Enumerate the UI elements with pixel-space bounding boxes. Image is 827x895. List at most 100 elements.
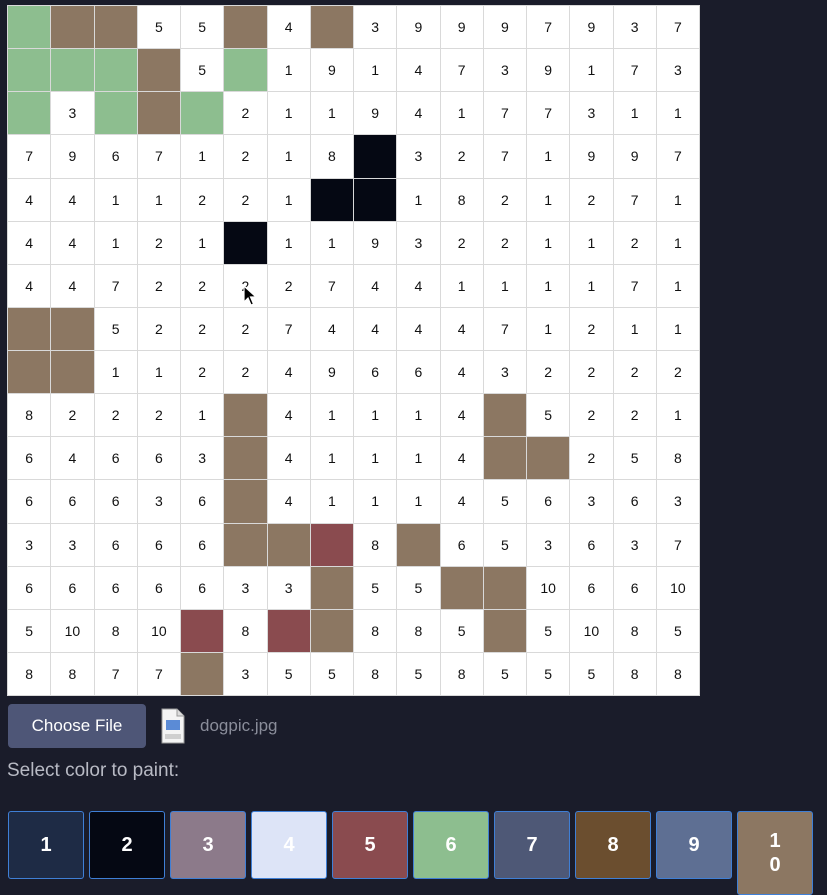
grid-cell[interactable]: 2 — [137, 264, 180, 307]
grid-cell[interactable]: 4 — [267, 437, 310, 480]
grid-cell[interactable]: 2 — [570, 178, 613, 221]
grid-cell[interactable]: 1 — [267, 49, 310, 92]
grid-cell[interactable]: 1 — [570, 221, 613, 264]
grid-cell[interactable]: 1 — [310, 92, 353, 135]
grid-cell[interactable]: 1 — [483, 264, 526, 307]
grid-cell[interactable]: 2 — [656, 351, 699, 394]
grid-cell[interactable]: 10 — [570, 609, 613, 652]
grid-cell[interactable]: 6 — [613, 480, 656, 523]
grid-cell[interactable]: 8 — [8, 394, 51, 437]
grid-cell[interactable]: 9 — [397, 6, 440, 49]
grid-cell[interactable]: 7 — [137, 135, 180, 178]
grid-cell[interactable]: 2 — [613, 351, 656, 394]
grid-cell-painted[interactable] — [137, 49, 180, 92]
grid-cell[interactable]: 6 — [613, 566, 656, 609]
grid-cell[interactable]: 3 — [397, 135, 440, 178]
grid-cell[interactable]: 3 — [354, 6, 397, 49]
grid-cell[interactable]: 2 — [137, 221, 180, 264]
grid-cell[interactable]: 8 — [354, 609, 397, 652]
choose-file-button[interactable]: Choose File — [8, 704, 146, 748]
grid-cell[interactable]: 2 — [224, 307, 267, 350]
grid-cell[interactable]: 10 — [137, 609, 180, 652]
grid-cell-painted[interactable] — [94, 49, 137, 92]
grid-cell[interactable]: 9 — [483, 6, 526, 49]
grid-cell[interactable]: 1 — [94, 221, 137, 264]
grid-cell[interactable]: 4 — [51, 178, 94, 221]
grid-cell[interactable]: 6 — [94, 480, 137, 523]
grid-cell[interactable]: 7 — [483, 92, 526, 135]
grid-cell[interactable]: 8 — [613, 652, 656, 695]
grid-cell[interactable]: 3 — [181, 437, 224, 480]
grid-cell[interactable]: 1 — [440, 92, 483, 135]
grid-cell[interactable]: 6 — [354, 351, 397, 394]
grid-cell[interactable]: 5 — [613, 437, 656, 480]
grid-cell[interactable]: 6 — [51, 480, 94, 523]
grid-cell[interactable]: 8 — [354, 652, 397, 695]
grid-cell-painted[interactable] — [224, 221, 267, 264]
grid-cell-painted[interactable] — [224, 394, 267, 437]
grid-cell[interactable]: 6 — [94, 523, 137, 566]
color-swatch-7[interactable]: 7 — [494, 811, 570, 879]
grid-cell[interactable]: 2 — [224, 351, 267, 394]
grid-cell-painted[interactable] — [397, 523, 440, 566]
grid-cell[interactable]: 8 — [354, 523, 397, 566]
grid-cell[interactable]: 6 — [8, 566, 51, 609]
grid-cell[interactable]: 6 — [94, 566, 137, 609]
grid-cell[interactable]: 3 — [483, 351, 526, 394]
grid-cell[interactable]: 2 — [137, 307, 180, 350]
grid-cell[interactable]: 1 — [181, 221, 224, 264]
grid-cell[interactable]: 2 — [483, 178, 526, 221]
grid-cell[interactable]: 1 — [527, 221, 570, 264]
grid-cell[interactable]: 2 — [483, 221, 526, 264]
grid-cell[interactable]: 2 — [181, 351, 224, 394]
grid-cell[interactable]: 4 — [440, 307, 483, 350]
grid-cell[interactable]: 6 — [181, 566, 224, 609]
grid-cell[interactable]: 3 — [51, 523, 94, 566]
grid-cell[interactable]: 2 — [181, 178, 224, 221]
grid-cell[interactable]: 2 — [570, 437, 613, 480]
grid-cell[interactable]: 7 — [656, 135, 699, 178]
grid-cell[interactable]: 3 — [137, 480, 180, 523]
grid-cell[interactable]: 4 — [440, 394, 483, 437]
grid-cell[interactable]: 2 — [267, 264, 310, 307]
grid-cell[interactable]: 1 — [310, 480, 353, 523]
grid-cell[interactable]: 8 — [94, 609, 137, 652]
grid-cell[interactable]: 1 — [656, 307, 699, 350]
grid-cell[interactable]: 9 — [310, 49, 353, 92]
grid-cell[interactable]: 8 — [613, 609, 656, 652]
grid-cell[interactable]: 3 — [267, 566, 310, 609]
grid-cell[interactable]: 7 — [267, 307, 310, 350]
grid-cell[interactable]: 9 — [440, 6, 483, 49]
grid-cell[interactable]: 5 — [527, 652, 570, 695]
grid-cell[interactable]: 8 — [224, 609, 267, 652]
color-swatch-4[interactable]: 4 — [251, 811, 327, 879]
grid-cell[interactable]: 4 — [397, 307, 440, 350]
grid-cell[interactable]: 2 — [570, 351, 613, 394]
grid-cell[interactable]: 6 — [51, 566, 94, 609]
grid-cell[interactable]: 3 — [8, 523, 51, 566]
grid-cell[interactable]: 7 — [310, 264, 353, 307]
grid-cell[interactable]: 4 — [8, 221, 51, 264]
grid-cell-painted[interactable] — [8, 49, 51, 92]
grid-cell[interactable]: 6 — [527, 480, 570, 523]
grid-cell[interactable]: 7 — [613, 49, 656, 92]
grid-cell[interactable]: 3 — [656, 480, 699, 523]
grid-cell[interactable]: 1 — [656, 394, 699, 437]
grid-cell[interactable]: 1 — [137, 351, 180, 394]
grid-cell[interactable]: 4 — [354, 307, 397, 350]
grid-cell[interactable]: 7 — [613, 264, 656, 307]
grid-cell-painted[interactable] — [310, 6, 353, 49]
grid-cell-painted[interactable] — [354, 178, 397, 221]
grid-cell[interactable]: 2 — [570, 394, 613, 437]
grid-cell[interactable]: 1 — [354, 394, 397, 437]
grid-cell[interactable]: 8 — [8, 652, 51, 695]
grid-cell[interactable]: 1 — [267, 92, 310, 135]
grid-cell[interactable]: 5 — [440, 609, 483, 652]
grid-cell-painted[interactable] — [354, 135, 397, 178]
grid-cell[interactable]: 6 — [181, 480, 224, 523]
grid-cell[interactable]: 3 — [570, 480, 613, 523]
grid-cell[interactable]: 3 — [613, 6, 656, 49]
grid-cell-painted[interactable] — [51, 351, 94, 394]
grid-cell[interactable]: 2 — [181, 307, 224, 350]
grid-cell[interactable]: 5 — [94, 307, 137, 350]
